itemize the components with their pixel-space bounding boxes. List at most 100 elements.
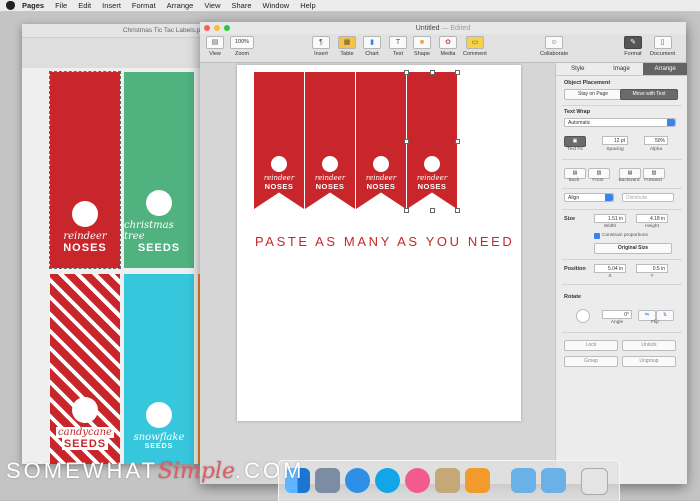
rotate-dial[interactable] — [576, 309, 590, 323]
position-y-field[interactable]: 0.5 in — [636, 264, 668, 273]
constrain-checkbox[interactable] — [594, 233, 600, 239]
launchpad-icon[interactable] — [315, 468, 340, 493]
comment-button[interactable]: ▭ Comment — [463, 36, 487, 57]
align-select[interactable]: Align — [564, 193, 614, 202]
alpha-field[interactable]: 50% — [644, 136, 668, 145]
menu-insert[interactable]: Insert — [102, 1, 121, 10]
tab-image[interactable]: Image — [600, 63, 644, 75]
document-icon: ▯ — [653, 36, 672, 49]
pages-window[interactable]: Untitled — Edited ▤ View 100% Zoom ¶ Insert… — [200, 22, 688, 484]
banner-line1: reindeer — [263, 174, 295, 182]
spacing-label: Spacing — [606, 147, 624, 152]
view-button[interactable]: ▤ View — [206, 36, 224, 57]
menu-view[interactable]: View — [204, 1, 220, 10]
pages-icon[interactable] — [465, 468, 490, 493]
menu-help[interactable]: Help — [300, 1, 315, 10]
document-title: Untitled — Edited — [415, 24, 471, 32]
position-heading: Position — [564, 266, 586, 272]
move-with-text-button[interactable]: Move with Text — [620, 89, 678, 100]
document-button[interactable]: ▯ Document — [650, 36, 675, 57]
insert-button[interactable]: ¶ Insert — [312, 36, 330, 57]
menu-share[interactable]: Share — [231, 1, 251, 10]
menu-arrange[interactable]: Arrange — [167, 1, 194, 10]
table-button[interactable]: ▦ Table — [338, 36, 356, 57]
lock-button[interactable]: Lock — [564, 340, 618, 351]
angle-field[interactable]: 0° — [602, 310, 632, 319]
banner-reindeer-selected[interactable]: reindeer NOSES — [407, 72, 457, 209]
banner-line2: NOSES — [315, 182, 345, 191]
tab-style[interactable]: Style — [556, 63, 600, 75]
candycane-icon — [72, 397, 98, 423]
zoom-control[interactable]: 100% Zoom — [230, 36, 254, 57]
selection-handle[interactable] — [455, 208, 460, 213]
text-fit-button[interactable]: ▣ — [564, 136, 586, 147]
ungroup-button[interactable]: Ungroup — [622, 356, 676, 367]
preview-toolbar — [22, 38, 212, 69]
itunes-icon[interactable] — [405, 468, 430, 493]
position-x-field[interactable]: 5.04 in — [594, 264, 626, 273]
shape-button[interactable]: ■ Shape — [413, 36, 431, 57]
selection-handle[interactable] — [430, 208, 435, 213]
divider — [562, 284, 682, 285]
label-reindeer[interactable]: reindeer NOSES — [49, 71, 121, 269]
downloads-folder-icon[interactable] — [541, 468, 566, 493]
paragraph-icon: ¶ — [312, 36, 330, 49]
stay-on-page-button[interactable]: Stay on Page — [564, 89, 622, 100]
divider — [562, 159, 682, 160]
skype-icon[interactable] — [375, 468, 400, 493]
selection-handle[interactable] — [430, 70, 435, 75]
selection-handle[interactable] — [404, 139, 409, 144]
menu-edit[interactable]: Edit — [78, 1, 91, 10]
media-button[interactable]: ✿ Media — [439, 36, 457, 57]
group-button[interactable]: Group — [564, 356, 618, 367]
reindeer-icon — [373, 156, 389, 172]
height-field[interactable]: 4.18 in — [636, 214, 668, 223]
distribute-select[interactable]: Distribute — [622, 193, 674, 202]
text-wrap-select[interactable]: Automatic — [564, 118, 676, 127]
banner-reindeer[interactable]: reindeer NOSES — [254, 72, 304, 209]
text-box-icon: T — [389, 36, 407, 49]
menu-file[interactable]: File — [55, 1, 67, 10]
menu-window[interactable]: Window — [263, 1, 290, 10]
selection-handle[interactable] — [455, 70, 460, 75]
banner-reindeer[interactable]: reindeer NOSES — [356, 72, 406, 209]
trash-icon[interactable] — [581, 468, 608, 495]
spacing-field[interactable]: 12 pt — [602, 136, 628, 145]
selection-handle[interactable] — [455, 139, 460, 144]
label-snowflake[interactable]: snowflake SEEDS — [124, 274, 194, 464]
applications-folder-icon[interactable] — [511, 468, 536, 493]
collaborate-button[interactable]: ☺ Collaborate — [540, 36, 568, 57]
banner-line2: NOSES — [417, 182, 447, 191]
tag-line2: SEEDS — [137, 242, 181, 254]
width-field[interactable]: 1.51 in — [594, 214, 626, 223]
preview-icon[interactable] — [435, 468, 460, 493]
banner-reindeer[interactable]: reindeer NOSES — [305, 72, 355, 209]
apple-icon[interactable] — [6, 1, 15, 10]
inspector-tabs: Style Image Arrange — [556, 63, 688, 76]
format-button[interactable]: ✎ Format — [624, 36, 642, 57]
label-christmas-tree[interactable]: christmas tree SEEDS — [124, 72, 194, 268]
chart-button[interactable]: ▮ Chart — [363, 36, 381, 57]
selection-handle[interactable] — [404, 70, 409, 75]
format-icon: ✎ — [624, 36, 642, 49]
chevron-down-icon — [667, 119, 675, 126]
menu-app-name[interactable]: Pages — [22, 1, 44, 10]
menu-format[interactable]: Format — [132, 1, 156, 10]
tag-line2: SEEDS — [144, 443, 174, 450]
angle-label: Angle — [610, 320, 624, 325]
safari-icon[interactable] — [345, 468, 370, 493]
selection-handle[interactable] — [404, 208, 409, 213]
preview-window[interactable]: Christmas Tic Tac Labels.pd reindeer NOS… — [22, 24, 212, 464]
document-page[interactable]: reindeer NOSES reindeer NOSES reindeer N… — [237, 65, 521, 421]
chevron-down-icon — [605, 194, 613, 201]
original-size-button[interactable]: Original Size — [594, 243, 672, 254]
width-label: Width — [603, 224, 617, 229]
unlock-button[interactable]: Unlock — [622, 340, 676, 351]
tab-arrange[interactable]: Arrange — [643, 63, 688, 75]
front-label: Front — [592, 178, 604, 183]
reindeer-icon — [322, 156, 338, 172]
text-button[interactable]: T Text — [389, 36, 407, 57]
label-candycane[interactable]: candycane SEEDS — [50, 274, 120, 464]
banner-line1: reindeer — [416, 174, 448, 182]
x-label: X — [608, 274, 612, 279]
